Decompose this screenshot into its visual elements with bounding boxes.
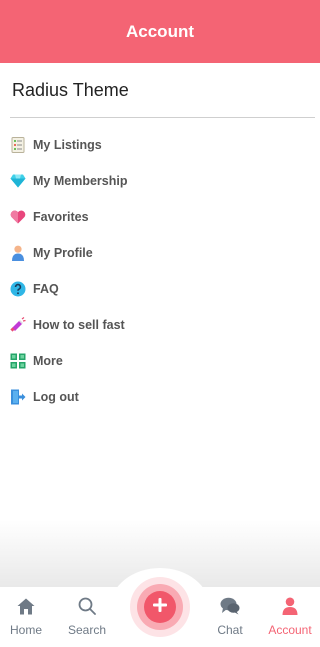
logout-icon bbox=[10, 389, 26, 405]
list-icon bbox=[10, 137, 26, 153]
home-icon bbox=[16, 596, 36, 616]
nav-chat[interactable]: Chat bbox=[202, 596, 258, 637]
menu-item-my-listings[interactable]: My Listings bbox=[0, 127, 320, 163]
menu-item-log-out[interactable]: Log out bbox=[0, 379, 320, 415]
page-title: Account bbox=[126, 21, 194, 41]
user-name: Radius Theme bbox=[12, 80, 129, 100]
menu-item-label: My Listings bbox=[33, 138, 102, 152]
menu-item-label: FAQ bbox=[33, 282, 59, 296]
nav-search[interactable]: Search bbox=[59, 596, 115, 637]
divider bbox=[10, 117, 315, 118]
menu-item-more[interactable]: More bbox=[0, 343, 320, 379]
nav-chat-label: Chat bbox=[217, 623, 243, 637]
add-listing-button[interactable] bbox=[144, 591, 176, 623]
search-icon bbox=[77, 596, 97, 616]
menu-item-favorites[interactable]: Favorites bbox=[0, 199, 320, 235]
grid-icon bbox=[10, 353, 26, 369]
nav-account[interactable]: Account bbox=[262, 596, 318, 637]
nav-search-label: Search bbox=[67, 623, 107, 637]
menu-item-label: My Profile bbox=[33, 246, 93, 260]
menu-item-label: Log out bbox=[33, 390, 79, 404]
nav-home[interactable]: Home bbox=[0, 596, 54, 637]
nav-account-label: Account bbox=[268, 623, 312, 637]
megaphone-icon bbox=[10, 317, 26, 333]
chat-icon bbox=[220, 596, 240, 616]
plus-icon bbox=[153, 597, 167, 617]
menu-item-label: More bbox=[33, 354, 63, 368]
menu-item-label: How to sell fast bbox=[33, 318, 125, 332]
menu-item-label: Favorites bbox=[33, 210, 89, 224]
app-header: Account bbox=[0, 0, 320, 63]
menu-item-faq[interactable]: FAQ bbox=[0, 271, 320, 307]
profile-icon bbox=[10, 245, 26, 261]
question-icon bbox=[10, 281, 26, 297]
account-icon bbox=[280, 596, 300, 616]
menu-item-my-membership[interactable]: My Membership bbox=[0, 163, 320, 199]
account-menu: My Listings My Membership Favorites My P… bbox=[0, 127, 320, 415]
heart-icon bbox=[10, 209, 26, 225]
menu-item-label: My Membership bbox=[33, 174, 128, 188]
diamond-icon bbox=[10, 173, 26, 189]
menu-item-my-profile[interactable]: My Profile bbox=[0, 235, 320, 271]
menu-item-how-to-sell-fast[interactable]: How to sell fast bbox=[0, 307, 320, 343]
nav-home-label: Home bbox=[9, 623, 42, 637]
